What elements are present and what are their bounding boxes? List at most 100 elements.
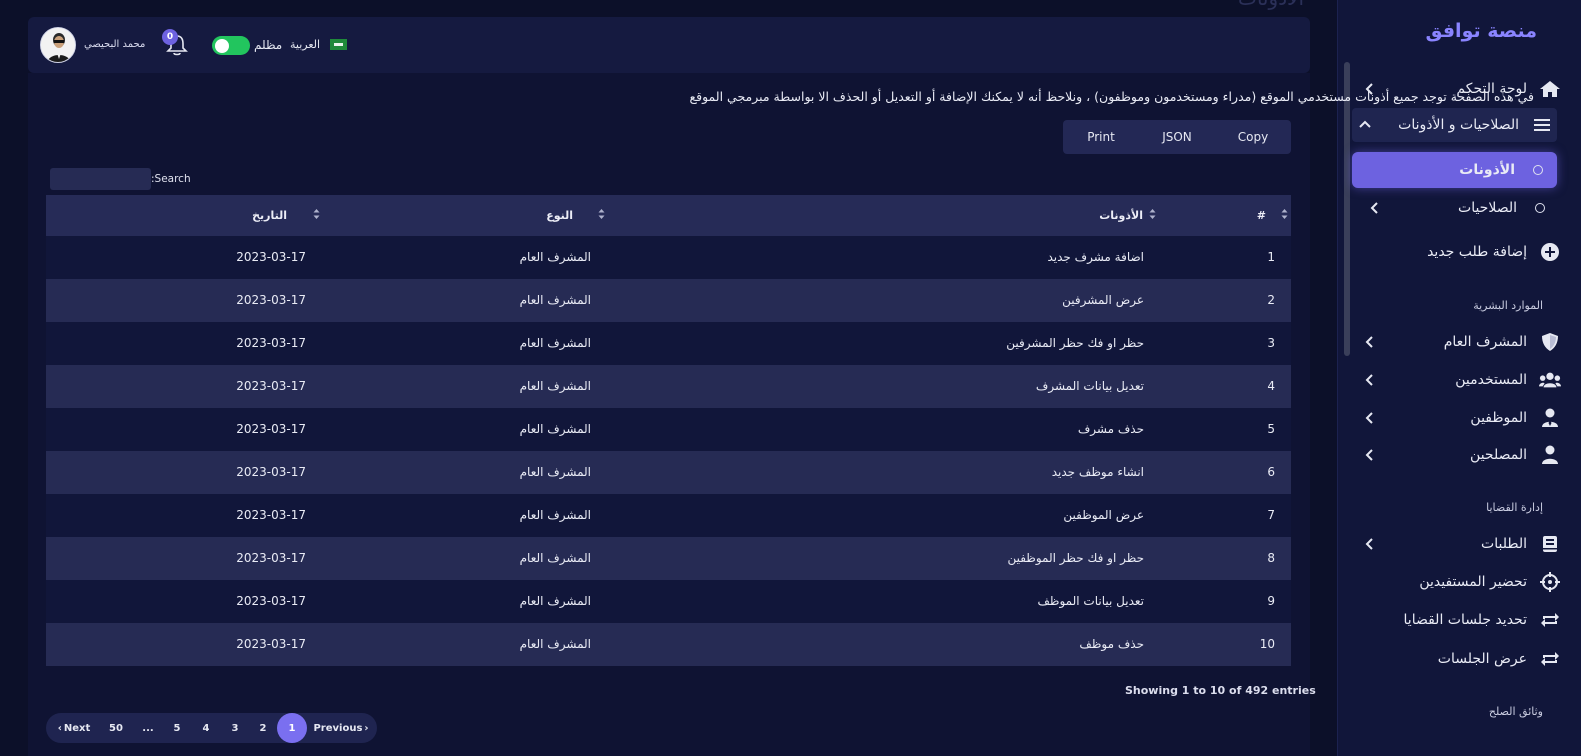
sidebar-item-reconcilers[interactable]: المصلحين	[1361, 438, 1561, 472]
sidebar-item-label: تحضير المستفيدين	[1419, 574, 1527, 590]
search-input[interactable]	[50, 168, 151, 190]
cell-number: 5	[1267, 422, 1275, 436]
page-button[interactable]: 3	[226, 713, 244, 743]
chevron-right-icon: ›	[364, 722, 369, 734]
cell-number: 3	[1267, 336, 1275, 350]
sort-icon[interactable]	[313, 208, 320, 220]
column-header-date[interactable]: التاريخ	[252, 209, 287, 222]
cell-permission: حذف مشرف	[1077, 422, 1144, 436]
cell-date: 2023-03-17	[236, 508, 306, 522]
previous-label: Previous	[313, 722, 363, 734]
table-row: 7 عرض الموظفين المشرف العام 2023-03-17	[46, 494, 1291, 537]
cell-type: المشرف العام	[519, 422, 591, 436]
sidebar-item-add-request[interactable]: إضافة طلب جديد	[1361, 235, 1561, 269]
column-header-permission[interactable]: الأذونات	[1099, 209, 1143, 222]
table-row: 1 اضافة مشرف جديد المشرف العام 2023-03-17	[46, 236, 1291, 279]
cell-type: المشرف العام	[519, 551, 591, 565]
sidebar-item-label: تحديد جلسات القضايا	[1403, 612, 1527, 628]
saudi-flag-icon	[330, 39, 347, 50]
cell-number: 7	[1267, 508, 1275, 522]
next-page-button[interactable]: ‹ Next	[56, 713, 92, 743]
cell-date: 2023-03-17	[236, 422, 306, 436]
page-description: في هذه الصفحة توجد جميع أذونات مستخدمي ا…	[689, 89, 1534, 104]
cell-date: 2023-03-17	[236, 551, 306, 565]
cell-date: 2023-03-17	[236, 379, 306, 393]
cell-permission: عرض المشرفين	[1062, 293, 1144, 307]
topbar: محمد البحيصي 0 مظلم العربية	[28, 17, 1310, 73]
page-button[interactable]: 5	[168, 713, 186, 743]
page-button[interactable]: 2	[254, 713, 272, 743]
chevron-left-icon	[1361, 333, 1379, 351]
sidebar-item-label: إضافة طلب جديد	[1427, 244, 1527, 260]
chevron-up-icon	[1356, 116, 1374, 134]
sidebar-item-permissions-group[interactable]: الصلاحيات و الأذونات	[1352, 108, 1557, 142]
sidebar-item-users[interactable]: المستخدمين	[1361, 363, 1561, 397]
table-row: 2 عرض المشرفين المشرف العام 2023-03-17	[46, 279, 1291, 322]
cell-type: المشرف العام	[519, 508, 591, 522]
language-selector[interactable]: العربية	[290, 38, 320, 51]
sidebar-item-label: الموظفين	[1470, 410, 1527, 426]
cell-type: المشرف العام	[519, 336, 591, 350]
column-header-number[interactable]: #	[1257, 209, 1266, 222]
search-label: :Search	[151, 173, 191, 185]
cell-number: 2	[1267, 293, 1275, 307]
circle-icon	[1527, 159, 1549, 181]
sidebar-item-admin[interactable]: المشرف العام	[1361, 325, 1561, 359]
chevron-left-icon	[1361, 371, 1379, 389]
cell-permission: تعديل بيانات المشرف	[1035, 379, 1144, 393]
chevron-left-icon	[1366, 199, 1384, 217]
home-icon	[1539, 78, 1561, 100]
section-title-docs: وثائق الصلح	[1488, 705, 1543, 718]
section-title-cases: إدارة القضايا	[1486, 501, 1543, 514]
permissions-table: # الأذونات النوع التاريخ 1 اضافة مشرف جدي…	[46, 195, 1291, 666]
sort-icon[interactable]	[1149, 208, 1156, 220]
cell-number: 1	[1267, 250, 1275, 264]
column-header-type[interactable]: النوع	[546, 209, 573, 222]
circle-icon	[1529, 197, 1551, 219]
cell-number: 10	[1259, 637, 1275, 651]
sidebar-item-label: الطلبات	[1481, 536, 1527, 552]
avatar[interactable]	[40, 27, 76, 63]
cell-permission: حذف موظف	[1079, 637, 1144, 651]
table-row: 10 حذف موظف المشرف العام 2023-03-17	[46, 623, 1291, 666]
sidebar-item-requests[interactable]: الطلبات	[1361, 527, 1561, 561]
sidebar-item-employees[interactable]: الموظفين	[1361, 401, 1561, 435]
json-button[interactable]: JSON	[1139, 120, 1215, 154]
user-name[interactable]: محمد البحيصي	[84, 39, 145, 50]
repeat-icon	[1539, 609, 1561, 631]
table-body: 1 اضافة مشرف جديد المشرف العام 2023-03-17 2 ع…	[46, 236, 1291, 666]
notification-badge: 0	[162, 29, 178, 45]
sidebar-item-permissions[interactable]: الأذونات	[1352, 152, 1557, 188]
cell-date: 2023-03-17	[236, 250, 306, 264]
table-row: 6 انشاء موظف جديد المشرف العام 2023-03-17	[46, 451, 1291, 494]
sidebar-scrollbar[interactable]	[1344, 62, 1350, 356]
sidebar-item-label: الأذونات	[1459, 162, 1515, 178]
sidebar-item-beneficiaries[interactable]: تحضير المستفيدين	[1361, 565, 1561, 599]
sort-icon[interactable]	[1281, 208, 1288, 220]
cell-permission: حظر او فك حظر الموظفين	[1007, 551, 1144, 565]
print-button[interactable]: Print	[1063, 120, 1139, 154]
user-icon	[1539, 444, 1561, 466]
cell-permission: اضافة مشرف جديد	[1047, 250, 1144, 264]
page-button-active[interactable]: 1	[277, 713, 307, 743]
cell-type: المشرف العام	[519, 250, 591, 264]
sort-icon[interactable]	[598, 208, 605, 220]
copy-button[interactable]: Copy	[1215, 120, 1291, 154]
next-label: Next	[63, 722, 91, 734]
cell-type: المشرف العام	[519, 465, 591, 479]
sidebar-item-roles[interactable]: الصلاحيات	[1366, 191, 1551, 225]
sidebar-item-view-sessions[interactable]: عرض الجلسات	[1361, 642, 1561, 676]
table-row: 4 تعديل بيانات المشرف المشرف العام 2023-03-…	[46, 365, 1291, 408]
previous-page-button[interactable]: Previous ›	[313, 713, 369, 743]
sidebar-item-label: المصلحين	[1470, 447, 1527, 463]
cell-date: 2023-03-17	[236, 637, 306, 651]
sidebar-item-schedule-sessions[interactable]: تحديد جلسات القضايا	[1361, 603, 1561, 637]
page-button[interactable]: 4	[197, 713, 215, 743]
shield-icon	[1539, 331, 1561, 353]
sidebar-item-label: الصلاحيات و الأذونات	[1398, 117, 1519, 133]
cell-permission: عرض الموظفين	[1063, 508, 1144, 522]
dark-mode-toggle[interactable]	[212, 36, 250, 55]
brand-logo[interactable]: منصة توافق	[1425, 20, 1537, 42]
table-row: 3 حظر او فك حظر المشرفين المشرف العام 2023-…	[46, 322, 1291, 365]
page-button[interactable]: 50	[104, 713, 128, 743]
